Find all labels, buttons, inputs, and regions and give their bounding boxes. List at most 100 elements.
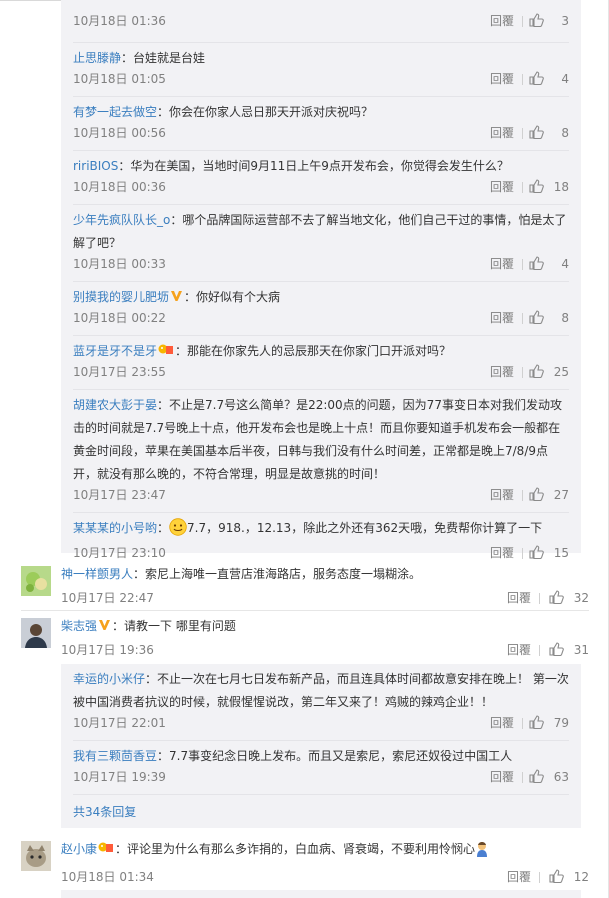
like-count: 4 bbox=[561, 72, 569, 86]
sub-replies-panel: 10月18日 01:36 回覆 3 止思滕静：台娃就是台娃 10月18日 01:… bbox=[61, 0, 581, 560]
reply-button[interactable]: 回覆 bbox=[490, 712, 514, 734]
timestamp: 10月17日 23:55 bbox=[73, 365, 166, 379]
divider bbox=[522, 74, 523, 85]
comment-body: 柴志强 ：请教一下 哪里有问题 10月17日 19:36 回覆 31 bbox=[61, 618, 589, 657]
like-button[interactable]: 8 bbox=[529, 122, 569, 144]
colon: ： bbox=[157, 521, 170, 535]
reply-text: 幸运的小米仔：不止一次在七月七日发布新产品，而且连具体时间都故意安排在晚上！ 第… bbox=[73, 664, 569, 714]
timestamp: 10月18日 00:36 bbox=[73, 180, 166, 194]
reply-button[interactable]: 回覆 bbox=[490, 361, 514, 383]
avatar[interactable] bbox=[21, 841, 51, 871]
like-button[interactable]: 18 bbox=[529, 176, 569, 198]
like-count: 31 bbox=[573, 643, 589, 657]
like-count: 18 bbox=[553, 180, 569, 194]
comment-body: 赵小康 ：评论里为什么有那么多诈捐的，白血病、肾衰竭，不要利用怜悯心 10月18日… bbox=[61, 841, 589, 884]
reply-content: ：7.7事变纪念日晚上发布。而且又是索尼，索尼还奴役过中国工人 bbox=[157, 749, 513, 763]
comment-item: 赵小康 ：评论里为什么有那么多诈捐的，白血病、肾衰竭，不要利用怜悯心 10月18日… bbox=[21, 841, 589, 886]
username-link[interactable]: 止思滕静 bbox=[73, 51, 121, 65]
reply-button[interactable]: 回覆 bbox=[490, 307, 514, 329]
username-link[interactable]: ririBIOS bbox=[73, 159, 118, 173]
reply-text: 少年先疯队队长_o：哪个品牌国际运营部不去了解当地文化，他们自己干过的事情，怕是… bbox=[73, 205, 569, 255]
comment-item: 柴志强 ：请教一下 哪里有问题 10月17日 19:36 回覆 31 bbox=[21, 618, 589, 658]
username-link[interactable]: 幸运的小米仔 bbox=[73, 672, 145, 686]
thumbs-up-icon bbox=[549, 642, 564, 656]
username-link[interactable]: 柴志强 bbox=[61, 619, 97, 633]
reply-content: ：不止一次在七月七日发布新产品，而且连具体时间都故意安排在晚上！ 第一次被中国消… bbox=[73, 672, 569, 709]
like-count: 8 bbox=[561, 126, 569, 140]
reply-content: 7.7，918.，12.13，除此之外还有362天哦，免费帮你计算了一下 bbox=[187, 521, 543, 535]
username-link[interactable]: 某某某的小号哟 bbox=[73, 521, 157, 535]
like-button[interactable]: 25 bbox=[529, 361, 569, 383]
like-button[interactable]: 12 bbox=[549, 866, 589, 888]
comment-body: 神一样颤男人：索尼上海唯一直营店淮海路店，服务态度一塌糊涂。 10月17日 22… bbox=[61, 566, 589, 605]
reply-button[interactable]: 回覆 bbox=[490, 542, 514, 564]
like-button[interactable]: 63 bbox=[529, 766, 569, 788]
reply-text: 止思滕静：台娃就是台娃 bbox=[73, 43, 569, 70]
list-item: 有梦一起去做空：你会在你家人忌日那天开派对庆祝吗？ 10月18日 00:56 回… bbox=[61, 97, 581, 150]
reply-button[interactable]: 回覆 bbox=[490, 10, 514, 32]
like-button[interactable]: 3 bbox=[529, 10, 569, 32]
like-count: 27 bbox=[553, 488, 569, 502]
like-count: 25 bbox=[553, 365, 569, 379]
timestamp: 10月18日 00:56 bbox=[73, 126, 166, 140]
thumbs-up-icon bbox=[529, 71, 544, 85]
reply-button[interactable]: 回覆 bbox=[490, 766, 514, 788]
avatar[interactable] bbox=[21, 618, 51, 648]
reply-button[interactable]: 回覆 bbox=[507, 866, 531, 888]
reply-text: 有梦一起去做空：你会在你家人忌日那天开派对庆祝吗？ bbox=[73, 97, 569, 124]
thumbs-up-icon bbox=[529, 310, 544, 324]
reply-meta: 10月18日 01:05 回覆 4 bbox=[73, 68, 569, 90]
username-link[interactable]: 有梦一起去做空 bbox=[73, 105, 157, 119]
like-button[interactable]: 15 bbox=[529, 542, 569, 564]
like-button[interactable]: 4 bbox=[529, 253, 569, 275]
view-all-replies-link[interactable]: 共34条回复 bbox=[61, 795, 581, 827]
divider bbox=[522, 490, 523, 501]
reply-button[interactable]: 回覆 bbox=[490, 484, 514, 506]
like-button[interactable]: 32 bbox=[549, 587, 589, 609]
thumbs-up-icon bbox=[529, 487, 544, 501]
reply-text: 胡建农大彭于晏：不止是7.7号这么简单？是22:00点的问题，因为77事变日本对… bbox=[73, 390, 569, 486]
reply-meta: 10月18日 00:22 回覆 8 bbox=[73, 307, 569, 329]
reply-meta: 10月17日 23:10 回覆 15 bbox=[73, 542, 569, 564]
smile-emoji-icon bbox=[169, 518, 187, 544]
reply-button[interactable]: 回覆 bbox=[490, 122, 514, 144]
reply-meta: 10月17日 23:47 回覆 27 bbox=[73, 484, 569, 506]
thumbs-up-icon bbox=[529, 13, 544, 27]
like-button[interactable]: 4 bbox=[529, 68, 569, 90]
fan-badge-icon bbox=[98, 841, 114, 853]
reply-meta: 10月18日 00:56 回覆 8 bbox=[73, 122, 569, 144]
like-button[interactable]: 8 bbox=[529, 307, 569, 329]
username-link[interactable]: 胡建农大彭于晏 bbox=[73, 398, 157, 412]
like-count: 63 bbox=[553, 770, 569, 784]
like-button[interactable]: 27 bbox=[529, 484, 569, 506]
reply-button[interactable]: 回覆 bbox=[490, 176, 514, 198]
list-item: 10月18日 01:36 回覆 3 bbox=[61, 0, 581, 42]
reply-button[interactable]: 回覆 bbox=[490, 253, 514, 275]
reply-button[interactable]: 回覆 bbox=[490, 68, 514, 90]
divider bbox=[522, 548, 523, 559]
reply-content: ：华为在美国，当地时间9月11日上午9点开发布会，你觉得会发生什么？ bbox=[118, 159, 509, 173]
like-button[interactable]: 31 bbox=[549, 639, 589, 661]
reply-text: 某某某的小号哟： 7.7，918.，12.13，除此之外还有362天哦，免费帮你计… bbox=[73, 513, 569, 544]
thumbs-up-icon bbox=[529, 545, 544, 559]
reply-button[interactable]: 回覆 bbox=[507, 587, 531, 609]
comment-text: 柴志强 ：请教一下 哪里有问题 bbox=[61, 618, 589, 635]
comment-content: ：索尼上海唯一直营店淮海路店，服务态度一塌糊涂。 bbox=[133, 567, 422, 581]
username-link[interactable]: 神一样颤男人 bbox=[61, 567, 133, 581]
thumbs-up-icon bbox=[529, 125, 544, 139]
username-link[interactable]: 我有三颗茴香豆 bbox=[73, 749, 157, 763]
like-button[interactable]: 79 bbox=[529, 712, 569, 734]
reply-text: 蓝牙是牙不是牙 ：那能在你家先人的忌辰那天在你家门口开派对吗？ bbox=[73, 336, 569, 363]
thumbs-up-icon bbox=[529, 769, 544, 783]
list-item: 止思滕静：台娃就是台娃 10月18日 01:05 回覆 4 bbox=[61, 43, 581, 96]
reply-meta: 10月18日 00:36 回覆 18 bbox=[73, 176, 569, 198]
timestamp: 10月17日 23:10 bbox=[73, 546, 166, 560]
reply-button[interactable]: 回覆 bbox=[507, 639, 531, 661]
username-link[interactable]: 少年先疯队队长_o bbox=[73, 213, 170, 227]
username-link[interactable]: 赵小康 bbox=[61, 842, 97, 856]
username-link[interactable]: 蓝牙是牙不是牙 bbox=[73, 344, 157, 358]
thumbs-up-icon bbox=[529, 256, 544, 270]
reply-text: 别摸我的婴儿肥坜 ：你好似有个大病 bbox=[73, 282, 569, 309]
avatar[interactable] bbox=[21, 566, 51, 596]
username-link[interactable]: 别摸我的婴儿肥坜 bbox=[73, 290, 169, 304]
